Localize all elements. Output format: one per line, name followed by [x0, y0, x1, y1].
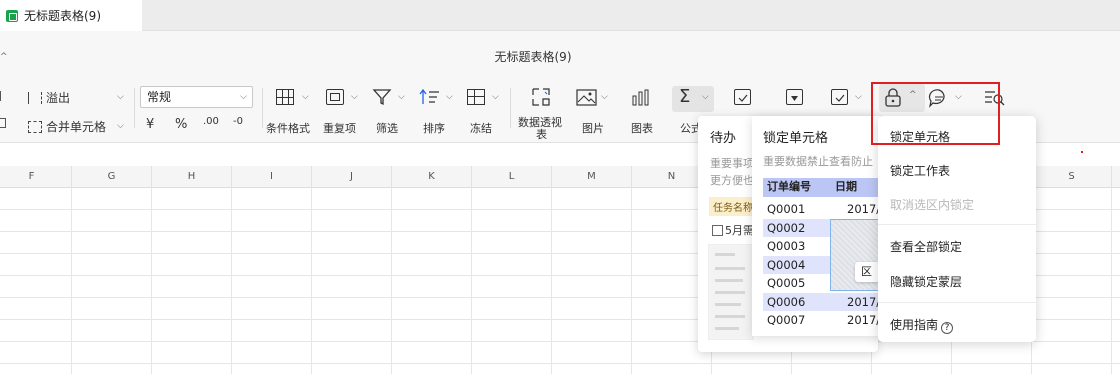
lock-preview-title: 锁定单元格	[763, 131, 829, 146]
menu-divider	[878, 224, 1036, 225]
table-header: 订单编号 日期	[763, 178, 879, 197]
filter-label[interactable]: 筛选	[376, 120, 398, 136]
freeze-label[interactable]: 冻结	[470, 120, 492, 136]
todo-tag: 任务名称	[709, 197, 753, 216]
column-H[interactable]: H	[152, 166, 232, 188]
divider	[510, 88, 511, 128]
menu-item-lock-sheet[interactable]: 锁定工作表	[890, 162, 950, 179]
column-I[interactable]: I	[232, 166, 312, 188]
divider	[262, 88, 263, 128]
tab-bar	[0, 0, 1120, 31]
lock-dropdown-menu	[878, 116, 1036, 342]
duplicates-icon[interactable]	[326, 89, 344, 105]
todo-desc-1: 重要事项	[710, 157, 752, 170]
todo-icon[interactable]	[734, 89, 751, 105]
menu-item-unlock-selection: 取消选区内锁定	[890, 198, 975, 212]
help-icon: ?	[941, 322, 954, 334]
currency-button[interactable]: ¥	[146, 117, 154, 132]
column-G[interactable]: G	[72, 166, 152, 188]
checkbox-icon[interactable]	[831, 89, 848, 105]
chevron-down-icon[interactable]: ⌵	[351, 92, 358, 102]
conditional-format-label[interactable]: 条件格式	[266, 120, 310, 136]
table-row: Q0007 2017/	[767, 313, 879, 325]
header-id: 订单编号	[767, 180, 811, 193]
align-icon[interactable]	[0, 91, 4, 101]
todo-checkbox-item: 5月需	[712, 222, 754, 238]
increase-decimal-button[interactable]: .00	[203, 116, 219, 127]
todo-title: 待办	[710, 131, 737, 146]
column-M[interactable]: M	[552, 166, 632, 188]
menu-item-view-all-locks[interactable]: 查看全部锁定	[890, 238, 962, 255]
pivot-label-line2[interactable]: 表	[536, 126, 547, 142]
table-row: Q0006 2017/	[763, 292, 880, 311]
overflow-label: 溢出	[46, 91, 71, 105]
dropdown-list-icon[interactable]	[786, 89, 803, 105]
overflow-button[interactable]: 溢出	[28, 89, 70, 106]
checkbox-icon	[712, 225, 723, 236]
image-label[interactable]: 图片	[582, 120, 604, 136]
sigma-icon[interactable]: Σ	[679, 86, 690, 107]
table-row: Q0001 2017/	[767, 202, 881, 216]
chart-icon[interactable]	[631, 89, 653, 110]
merge-cells-button[interactable]: 合并单元格	[28, 118, 106, 135]
menu-item-hide-lock-mask[interactable]: 隐藏锁定蒙层	[890, 273, 962, 290]
percent-button[interactable]: %	[175, 117, 187, 132]
divider	[134, 88, 135, 128]
column-L[interactable]: L	[472, 166, 552, 188]
todo-preview-thumbnail	[708, 244, 754, 340]
chart-label[interactable]: 图表	[631, 120, 653, 136]
overflow-dropdown-icon[interactable]: ⌵	[117, 92, 124, 102]
document-title: 无标题表格(9)	[494, 50, 572, 64]
decrease-decimal-button[interactable]: -0	[233, 116, 243, 127]
column-F[interactable]: F	[0, 166, 72, 188]
todo-desc-2: 更方便也	[710, 174, 752, 187]
number-format-select[interactable]: 常规 ⌵	[140, 86, 253, 108]
conditional-format-icon[interactable]	[276, 89, 294, 105]
number-format-value: 常规	[147, 90, 172, 104]
column-K[interactable]: K	[392, 166, 472, 188]
tab-title: 无标题表格(9)	[24, 9, 101, 23]
chevron-down-icon[interactable]: ⌵	[302, 92, 309, 102]
filter-icon[interactable]	[372, 88, 392, 110]
highlight-annotation-box	[871, 82, 1000, 145]
wrap-icon[interactable]	[0, 118, 6, 128]
tab-document[interactable]: 无标题表格(9)	[0, 0, 142, 31]
sort-label[interactable]: 排序	[423, 120, 445, 136]
freeze-icon[interactable]	[467, 89, 485, 105]
image-icon[interactable]	[576, 89, 598, 110]
header-date: 日期	[835, 180, 857, 193]
overflow-icon	[28, 92, 42, 104]
guide-label: 使用指南	[890, 318, 939, 332]
merge-icon	[28, 121, 42, 133]
merge-label: 合并单元格	[46, 120, 107, 134]
todo-checkbox-label: 5月需	[725, 224, 754, 237]
chevron-down-icon[interactable]: ⌵	[855, 92, 862, 102]
pivot-table-icon[interactable]	[531, 87, 551, 107]
chevron-down-icon[interactable]: ⌵	[398, 92, 405, 102]
chevron-down-icon[interactable]: ⌵	[601, 92, 608, 102]
menu-divider	[878, 302, 1036, 303]
spreadsheet-icon	[6, 9, 18, 22]
chevron-down-icon[interactable]: ⌵	[702, 92, 709, 102]
chevron-down-icon: ⌵	[240, 92, 247, 102]
chevron-down-icon[interactable]: ⌵	[492, 92, 499, 102]
column-J[interactable]: J	[312, 166, 392, 188]
menu-item-guide[interactable]: 使用指南?	[890, 316, 954, 334]
lock-preview-desc: 重要数据禁止查看防止	[763, 155, 873, 168]
sort-icon[interactable]	[419, 88, 441, 110]
annotation-dot	[1081, 151, 1083, 153]
column-S[interactable]: S	[1032, 166, 1112, 188]
duplicates-label[interactable]: 重复项	[323, 120, 356, 136]
merge-dropdown-icon[interactable]: ⌵	[117, 121, 124, 131]
chevron-down-icon[interactable]: ⌵	[446, 92, 453, 102]
